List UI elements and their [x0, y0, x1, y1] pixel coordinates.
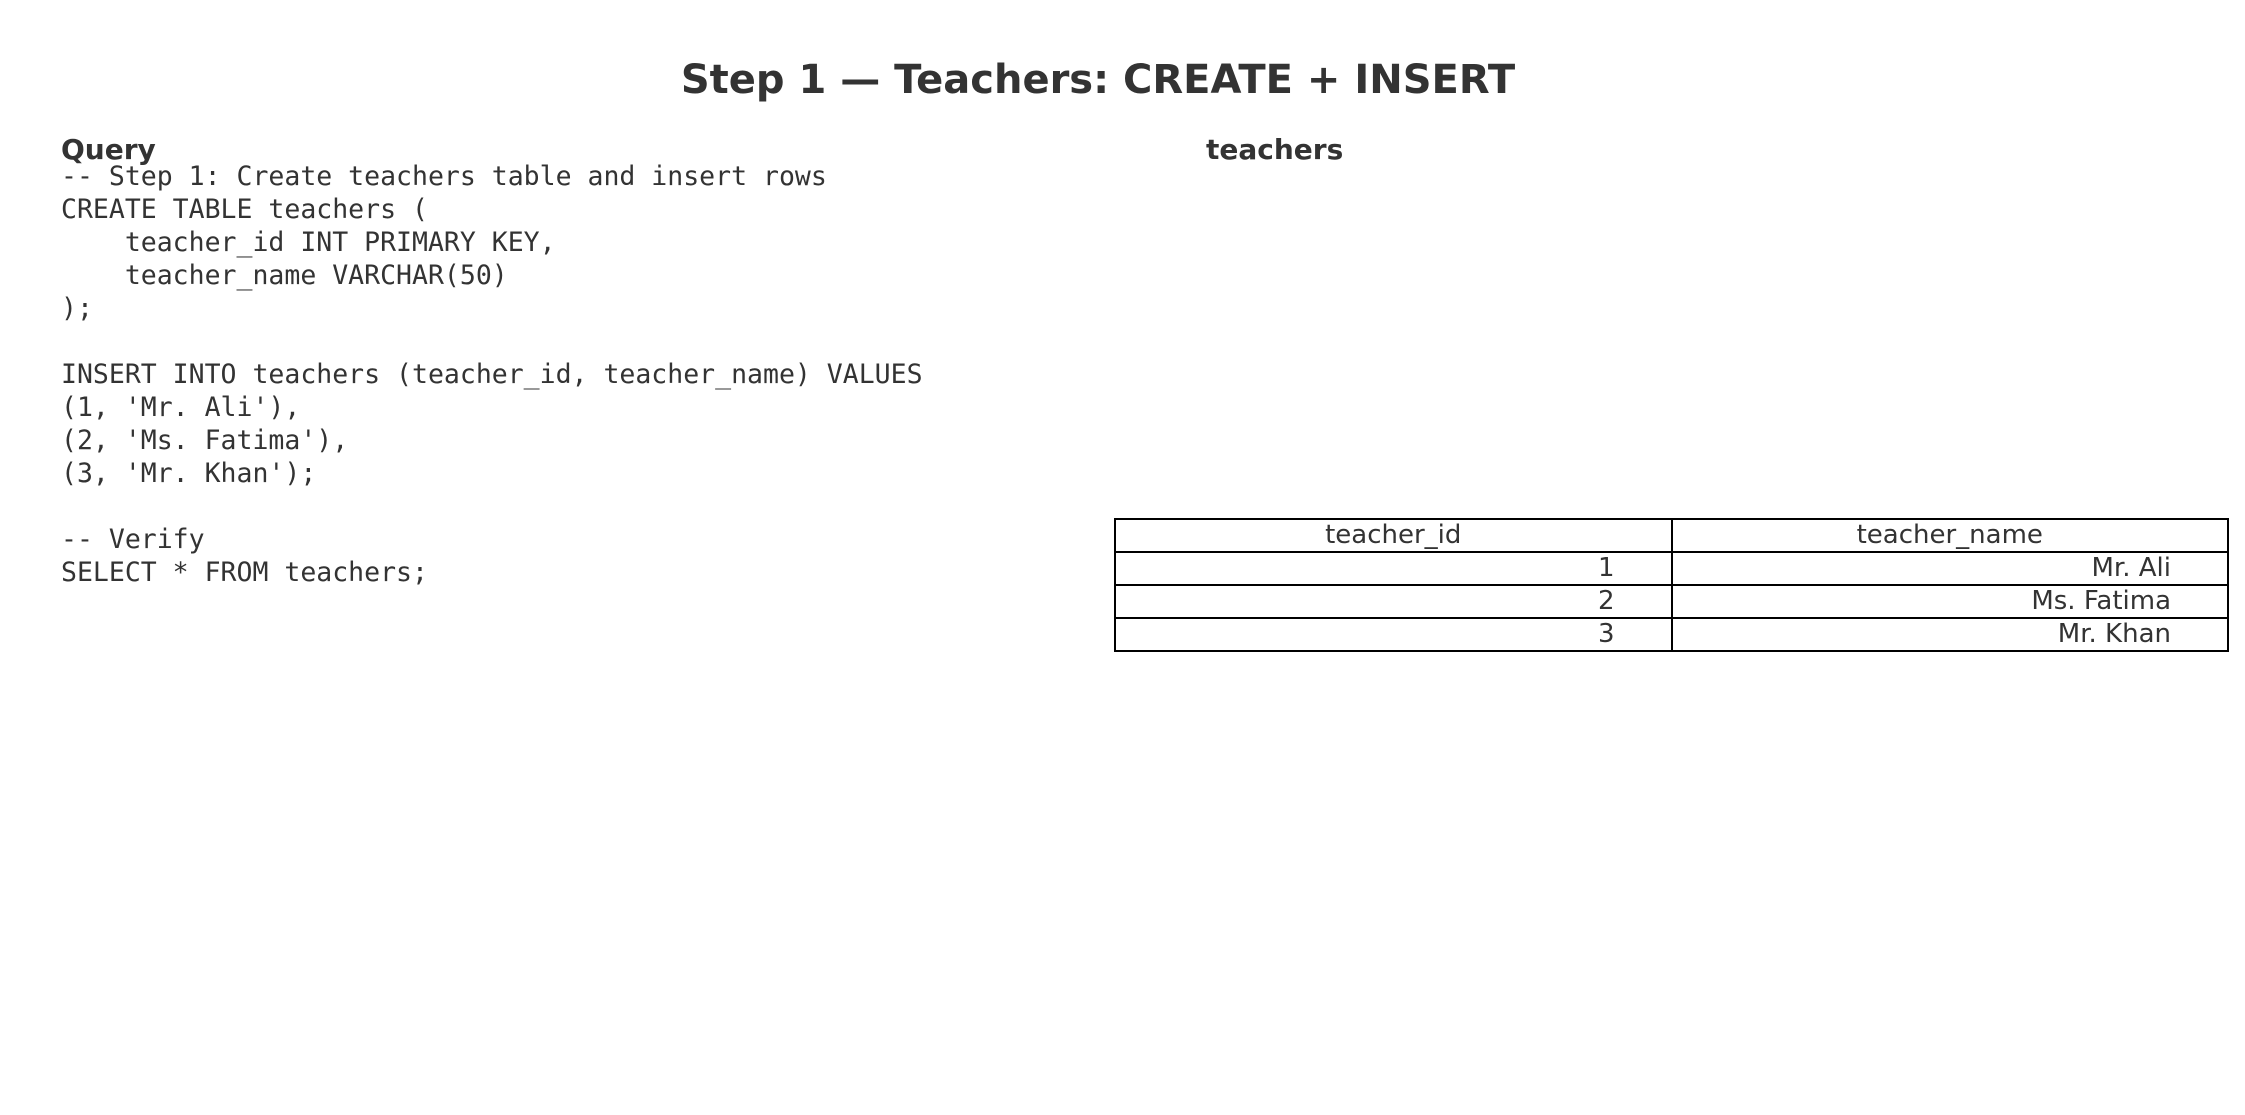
sql-query-code: -- Step 1: Create teachers table and ins… — [61, 161, 923, 588]
cell-teacher-id: 1 — [1114, 551, 1673, 586]
table-row: 2 Ms. Fatima — [1114, 584, 2229, 619]
cell-teacher-id: 2 — [1114, 584, 1673, 619]
page-title: Step 1 — Teachers: CREATE + INSERT — [680, 57, 1516, 103]
teachers-result-table: teacher_id teacher_name 1 Mr. Ali 2 Ms. … — [1114, 518, 2229, 652]
column-header-teacher-id: teacher_id — [1114, 518, 1673, 553]
table-row: 3 Mr. Khan — [1114, 617, 2229, 652]
cell-teacher-id: 3 — [1114, 617, 1673, 652]
table-header-row: teacher_id teacher_name — [1114, 518, 2229, 553]
column-header-teacher-name: teacher_name — [1670, 518, 2229, 553]
cell-teacher-name: Mr. Khan — [1670, 617, 2229, 652]
cell-teacher-name: Ms. Fatima — [1670, 584, 2229, 619]
cell-teacher-name: Mr. Ali — [1670, 551, 2229, 586]
result-table-title: teachers — [1206, 133, 1344, 166]
table-row: 1 Mr. Ali — [1114, 551, 2229, 586]
